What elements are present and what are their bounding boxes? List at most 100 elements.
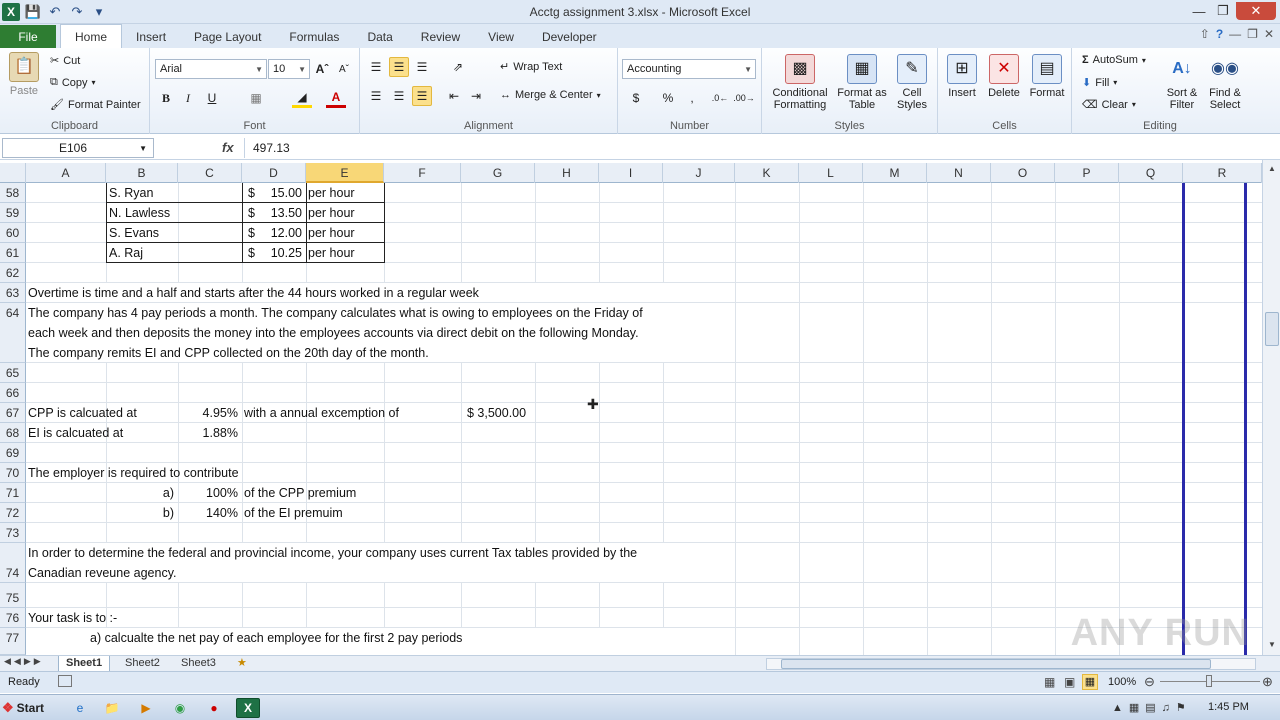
employer-contribution-note[interactable]: The employer is required to contribute bbox=[28, 463, 239, 483]
col-header-d[interactable]: D bbox=[242, 163, 306, 183]
ei-contribution-label[interactable]: of the EI premuim bbox=[244, 503, 343, 523]
scroll-up-icon[interactable]: ▲ bbox=[1265, 162, 1279, 176]
horizontal-scrollbar[interactable] bbox=[766, 658, 1256, 670]
zoom-level[interactable]: 100% bbox=[1108, 676, 1136, 688]
row-header-58[interactable]: 58 bbox=[0, 183, 26, 203]
vertical-scrollbar[interactable]: ▲ ▼ bbox=[1262, 160, 1280, 655]
tab-formulas[interactable]: Formulas bbox=[275, 26, 353, 48]
align-center-icon[interactable]: ☰ bbox=[389, 86, 409, 106]
col-header-a[interactable]: A bbox=[26, 163, 106, 183]
worksheet-grid[interactable]: S. Ryan $ 15.00 per hour N. Lawless $ 13… bbox=[26, 183, 1262, 655]
scroll-down-icon[interactable]: ▼ bbox=[1265, 638, 1279, 652]
row-header-65[interactable]: 65 bbox=[0, 363, 26, 383]
sort-filter-button[interactable]: A↓ Sort & Filter bbox=[1162, 54, 1202, 112]
tax-tables-note-line1[interactable]: In order to determine the federal and pr… bbox=[28, 543, 637, 563]
restore-icon[interactable]: ❐ bbox=[1212, 2, 1234, 20]
cpp-contribution-rate[interactable]: 100% bbox=[178, 483, 238, 503]
increase-decimal-icon[interactable]: .0← bbox=[710, 88, 730, 108]
cut-button[interactable]: ✂ Cut bbox=[50, 54, 80, 68]
item-marker[interactable]: b) bbox=[106, 503, 174, 523]
cpp-rate[interactable]: 4.95% bbox=[178, 403, 238, 423]
tab-developer[interactable]: Developer bbox=[528, 26, 611, 48]
col-header-n[interactable]: N bbox=[927, 163, 991, 183]
pay-period-note-line3[interactable]: The company remits EI and CPP collected … bbox=[28, 343, 429, 363]
row-header-75[interactable]: 75 bbox=[0, 583, 26, 608]
row-header-72[interactable]: 72 bbox=[0, 503, 26, 523]
hourly-rate[interactable]: 10.25 bbox=[258, 243, 302, 263]
hourly-rate[interactable]: 12.00 bbox=[258, 223, 302, 243]
rate-unit[interactable]: per hour bbox=[308, 243, 355, 263]
start-button[interactable]: ❖ Start bbox=[2, 697, 54, 719]
format-cells-button[interactable]: ▤ Format bbox=[1026, 54, 1068, 99]
row-header-74[interactable]: 74 bbox=[0, 543, 26, 583]
paste-button[interactable]: 📋 Paste bbox=[6, 52, 42, 97]
ei-contribution-rate[interactable]: 140% bbox=[178, 503, 238, 523]
col-header-j[interactable]: J bbox=[663, 163, 735, 183]
orientation-icon[interactable]: ⇗ bbox=[448, 57, 468, 77]
tab-data[interactable]: Data bbox=[353, 26, 406, 48]
row-header-76[interactable]: 76 bbox=[0, 608, 26, 628]
find-select-button[interactable]: ◉◉ Find & Select bbox=[1204, 54, 1246, 112]
decrease-decimal-icon[interactable]: .00→ bbox=[733, 88, 755, 108]
rate-unit[interactable]: per hour bbox=[308, 223, 355, 243]
align-middle-icon[interactable]: ☰ bbox=[389, 57, 409, 77]
formula-input[interactable]: 497.13 bbox=[244, 138, 1266, 158]
row-header-66[interactable]: 66 bbox=[0, 383, 26, 403]
col-header-e[interactable]: E bbox=[306, 163, 384, 183]
antivirus-icon[interactable]: ● bbox=[202, 698, 226, 718]
employee-name[interactable]: S. Evans bbox=[109, 223, 159, 243]
delete-cells-button[interactable]: ✕ Delete bbox=[984, 54, 1024, 99]
tab-view[interactable]: View bbox=[474, 26, 528, 48]
rate-unit[interactable]: per hour bbox=[308, 183, 355, 203]
page-break-view-icon[interactable]: ▦ bbox=[1082, 674, 1098, 690]
tab-file[interactable]: File bbox=[0, 25, 56, 48]
minimize-icon[interactable]: — bbox=[1188, 2, 1210, 20]
row-header-70[interactable]: 70 bbox=[0, 463, 26, 483]
row-header-63[interactable]: 63 bbox=[0, 283, 26, 303]
row-header-61[interactable]: 61 bbox=[0, 243, 26, 263]
cpp-exemption-amount[interactable]: $ 3,500.00 bbox=[467, 403, 526, 423]
clear-button[interactable]: ⌫ Clear ▾ bbox=[1082, 98, 1136, 112]
close-icon[interactable]: ✕ bbox=[1236, 2, 1276, 20]
doc-minimize-icon[interactable]: — bbox=[1229, 27, 1241, 41]
grow-font-icon[interactable]: Aˆ bbox=[312, 59, 332, 79]
fill-color-icon[interactable]: ◢ bbox=[292, 88, 312, 108]
row-header-71[interactable]: 71 bbox=[0, 483, 26, 503]
cpp-exemption-label[interactable]: with a annual excemption of bbox=[244, 403, 399, 423]
chrome-icon[interactable]: ◉ bbox=[168, 698, 192, 718]
col-header-g[interactable]: G bbox=[461, 163, 535, 183]
autosum-button[interactable]: Σ AutoSum ▾ bbox=[1082, 54, 1146, 66]
help-icon[interactable]: ? bbox=[1216, 27, 1223, 41]
ei-rate[interactable]: 1.88% bbox=[178, 423, 238, 443]
row-header-62[interactable]: 62 bbox=[0, 263, 26, 283]
align-top-icon[interactable]: ☰ bbox=[366, 57, 386, 77]
name-box[interactable]: E106 ▼ bbox=[2, 138, 154, 158]
ei-label[interactable]: EI is calcuated at bbox=[28, 423, 123, 443]
font-name-select[interactable]: Arial ▼ bbox=[155, 59, 267, 79]
media-player-icon[interactable]: ▶ bbox=[134, 698, 158, 718]
currency-icon[interactable]: $ bbox=[626, 88, 646, 108]
horizontal-scroll-thumb[interactable] bbox=[781, 659, 1211, 669]
align-left-icon[interactable]: ☰ bbox=[366, 86, 386, 106]
hourly-rate[interactable]: 13.50 bbox=[258, 203, 302, 223]
row-header-69[interactable]: 69 bbox=[0, 443, 26, 463]
format-as-table-button[interactable]: ▦ Format as Table bbox=[836, 54, 888, 111]
col-header-l[interactable]: L bbox=[799, 163, 863, 183]
zoom-in-icon[interactable]: ⊕ bbox=[1262, 674, 1273, 690]
row-header-68[interactable]: 68 bbox=[0, 423, 26, 443]
col-header-m[interactable]: M bbox=[863, 163, 927, 183]
insert-sheet-icon[interactable]: ★ bbox=[230, 656, 254, 672]
hourly-rate[interactable]: 15.00 bbox=[258, 183, 302, 203]
row-header-59[interactable]: 59 bbox=[0, 203, 26, 223]
sheet-nav-icon[interactable]: ◀◀▶▶ bbox=[4, 656, 44, 667]
decrease-indent-icon[interactable]: ⇤ bbox=[444, 86, 464, 106]
fill-button[interactable]: ⬇ Fill ▾ bbox=[1082, 76, 1117, 90]
doc-close-icon[interactable]: ✕ bbox=[1264, 27, 1274, 41]
rate-unit[interactable]: per hour bbox=[308, 203, 355, 223]
task-heading[interactable]: Your task is to :- bbox=[28, 608, 117, 628]
vertical-scroll-thumb[interactable] bbox=[1265, 312, 1279, 346]
merge-center-button[interactable]: ↔ Merge & Center ▾ bbox=[500, 89, 601, 101]
col-header-o[interactable]: O bbox=[991, 163, 1055, 183]
task-item-a[interactable]: a) calcualte the net pay of each employe… bbox=[90, 628, 462, 648]
shrink-font-icon[interactable]: Aˇ bbox=[334, 59, 354, 79]
